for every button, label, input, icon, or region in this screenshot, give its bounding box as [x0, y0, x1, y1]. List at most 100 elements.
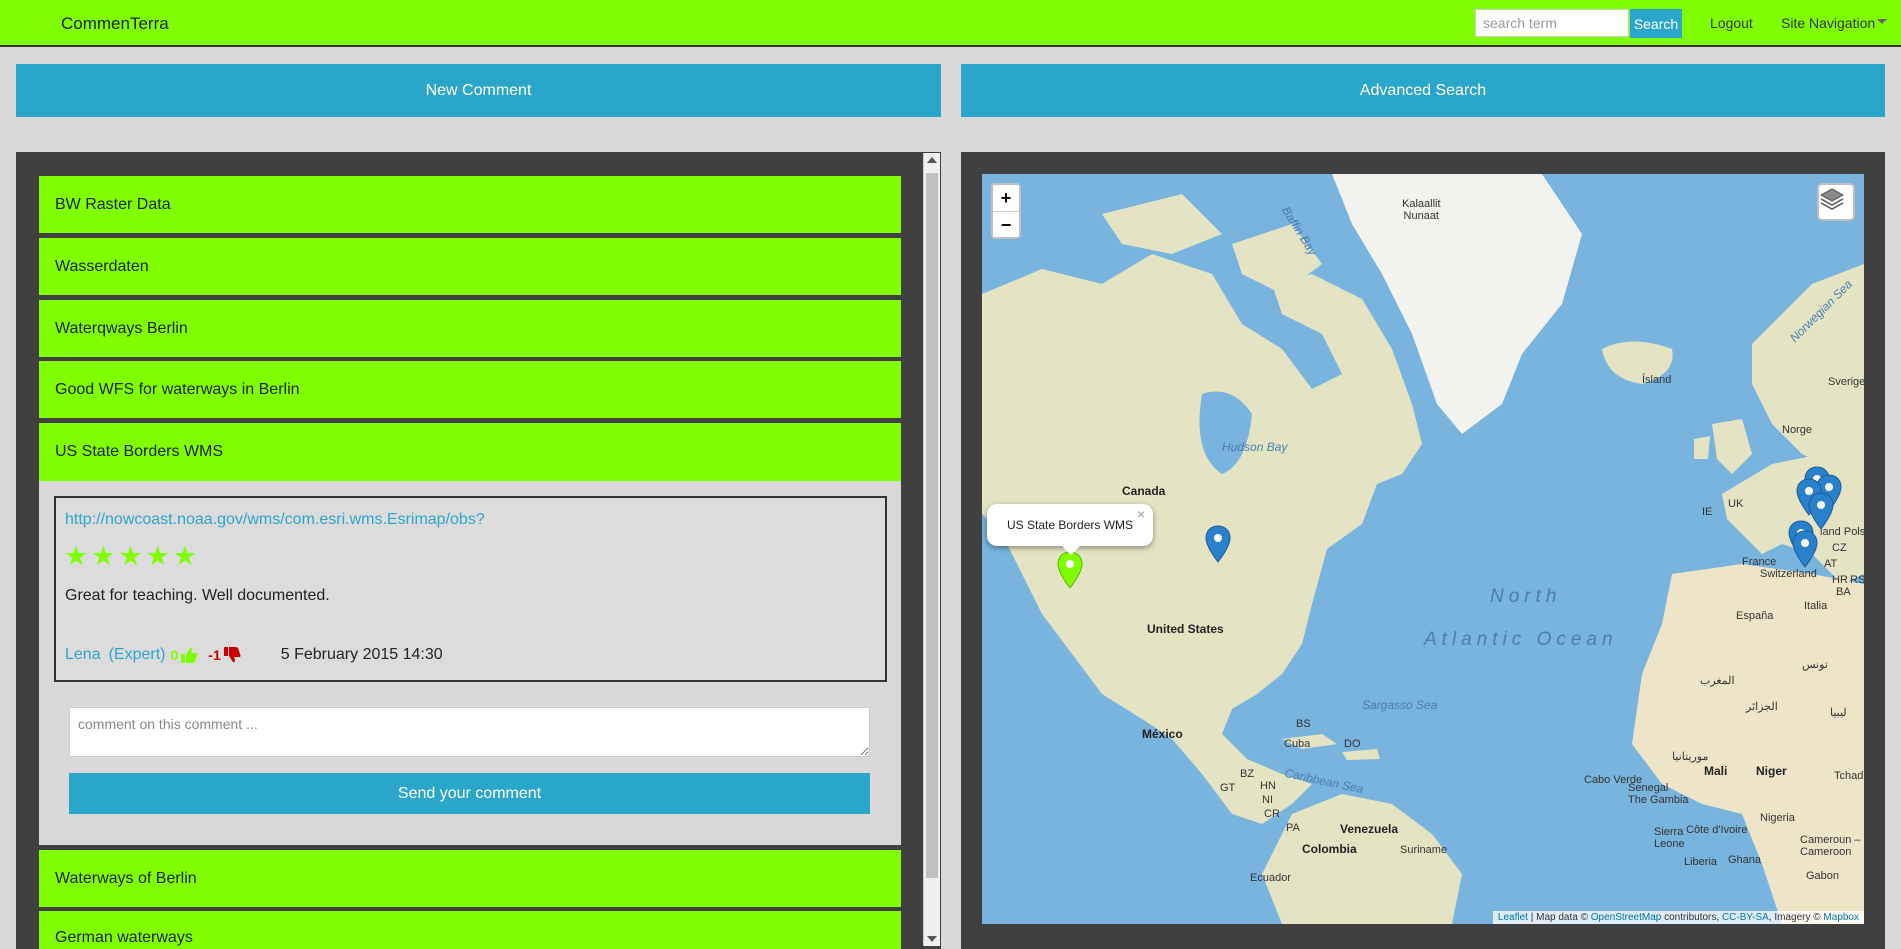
accordion-item-label: Good WFS for waterways in Berlin: [55, 380, 300, 398]
map-label-hr: HR: [1832, 574, 1848, 586]
star-icon: ★: [172, 541, 198, 571]
map-label-switzerland: Switzerland: [1760, 568, 1817, 580]
accordion-item-german-waterways[interactable]: German waterways: [39, 911, 901, 949]
mapbox-link[interactable]: Mapbox: [1823, 912, 1859, 923]
marker-popup: US State Borders WMS: [987, 504, 1153, 546]
map-label-cote-divoire: Côte d'Ivoire: [1686, 824, 1748, 836]
zoom-out-button[interactable]: −: [993, 212, 1019, 238]
comment-list-scrollbar[interactable]: [923, 153, 940, 946]
map-label-sierra-leone: Sierra Leone: [1654, 826, 1685, 850]
layers-control-button[interactable]: [1817, 183, 1855, 221]
reply-comment-input[interactable]: [69, 707, 870, 757]
map-label-venezuela: Venezuela: [1340, 822, 1399, 836]
map-label-united-states: United States: [1147, 622, 1224, 636]
popup-title: US State Borders WMS: [1007, 518, 1134, 532]
map-marker-blue[interactable]: [1792, 530, 1818, 568]
leaflet-map[interactable]: Kalaallit Nunaat Baffin Bay Hudson Bay C…: [982, 174, 1864, 924]
comment-meta: Lena (Expert) 0 -1 5 February 2015 14:30: [65, 646, 443, 664]
accordion-item-label: Wasserdaten: [55, 257, 149, 275]
search-input[interactable]: [1475, 9, 1629, 37]
comment-url-link[interactable]: http://nowcoast.noaa.gov/wms/com.esri.wm…: [65, 511, 485, 529]
search-button[interactable]: Search: [1630, 9, 1682, 38]
advanced-search-button[interactable]: Advanced Search: [961, 64, 1885, 117]
upvote-count: 0: [170, 647, 179, 663]
accordion-item-label: BW Raster Data: [55, 195, 171, 213]
accordion-item-waterways-of-berlin[interactable]: Waterways of Berlin: [39, 850, 901, 907]
rating-stars: ★ ★ ★ ★ ★: [64, 542, 197, 570]
map-label-cameroun: Cameroun – Cameroon: [1800, 834, 1861, 858]
star-icon: ★: [64, 541, 89, 571]
map-label-hn: HN: [1260, 780, 1276, 792]
map-label-tchad: Tchad: [1834, 770, 1864, 782]
map-base-layer: [982, 174, 1864, 924]
map-label-mali: Mali: [1704, 764, 1728, 778]
map-label-colombia: Colombia: [1302, 842, 1357, 856]
map-label-libya: ليبيا: [1830, 707, 1847, 719]
map-label-north: North: [1490, 586, 1562, 607]
map-label-rs: RS: [1850, 574, 1864, 586]
map-label-france: France: [1742, 556, 1777, 568]
license-link[interactable]: CC-BY-SA: [1722, 912, 1769, 923]
osm-link[interactable]: OpenStreetMap: [1591, 912, 1662, 923]
map-label-ecuador: Ecuador: [1250, 872, 1291, 884]
thumbs-up-icon[interactable]: [181, 647, 198, 663]
accordion-item-us-state-borders[interactable]: US State Borders WMS: [39, 423, 901, 481]
map-marker-blue[interactable]: [1205, 525, 1231, 563]
zoom-in-button[interactable]: +: [993, 185, 1019, 212]
site-navigation-menu[interactable]: Site Navigation: [1781, 15, 1875, 31]
brand-logo[interactable]: CommenTerra: [61, 14, 169, 34]
map-label-canada: Canada: [1122, 484, 1166, 498]
map-marker-green[interactable]: [1057, 551, 1083, 589]
logout-link[interactable]: Logout: [1710, 15, 1753, 31]
comment-card: http://nowcoast.noaa.gov/wms/com.esri.wm…: [54, 496, 887, 682]
star-icon: ★: [118, 541, 143, 571]
zoom-control: + −: [991, 183, 1021, 239]
author-role[interactable]: (Expert): [109, 646, 166, 664]
map-label-norge: Norge: [1782, 424, 1812, 436]
map-label-pa: PA: [1286, 822, 1300, 834]
map-attribution: Leaflet | Map data © OpenStreetMap contr…: [1492, 911, 1864, 924]
map-label-cr: CR: [1264, 808, 1280, 820]
map-label-suriname: Suriname: [1400, 844, 1448, 856]
accordion-item-wasserdaten[interactable]: Wasserdaten: [39, 238, 901, 295]
comment-author[interactable]: Lena: [65, 646, 101, 664]
map-label-gabon: Gabon: [1806, 870, 1840, 882]
map-label-espana: España: [1736, 610, 1774, 622]
accordion-item-label: Waterways of Berlin: [55, 869, 197, 887]
attribution-text: , Imagery ©: [1768, 912, 1824, 923]
map-label-hudson-bay: Hudson Bay: [1222, 440, 1288, 454]
map-label-algeria: الجزائر: [1746, 701, 1778, 713]
comment-text: Great for teaching. Well documented.: [65, 587, 330, 604]
map-label-morocco: المغرب: [1700, 675, 1735, 687]
map-label-island: Ísland: [1642, 374, 1672, 386]
attribution-text: contributors,: [1661, 912, 1722, 923]
accordion-item-good-wfs[interactable]: Good WFS for waterways in Berlin: [39, 361, 901, 418]
map-label-gt: GT: [1220, 782, 1236, 794]
chevron-down-icon[interactable]: [1877, 19, 1887, 24]
map-label-bz: BZ: [1240, 768, 1255, 780]
map-label-do: DO: [1344, 738, 1361, 750]
map-label-bs: BS: [1296, 718, 1311, 730]
map-label-tunisia: تونس: [1802, 659, 1828, 671]
send-comment-button[interactable]: Send your comment: [69, 773, 870, 814]
accordion-item-bw-raster-data[interactable]: BW Raster Data: [39, 176, 901, 233]
map-label-niger: Niger: [1756, 764, 1787, 778]
scroll-thumb[interactable]: [926, 173, 938, 878]
map-label-greenland: Kalaallit Nunaat: [1402, 198, 1441, 222]
map-label-ni: NI: [1262, 794, 1273, 806]
new-comment-button[interactable]: New Comment: [16, 64, 941, 117]
map-label-italia: Italia: [1804, 600, 1828, 612]
map-label-senegal: Senegal The Gambia: [1628, 782, 1689, 806]
scroll-down-arrow-icon[interactable]: [927, 936, 937, 942]
attribution-text: | Map data ©: [1527, 912, 1591, 923]
popup-close-icon[interactable]: ×: [1137, 506, 1145, 522]
accordion-item-waterqways-berlin[interactable]: Waterqways Berlin: [39, 300, 901, 357]
scroll-up-arrow-icon[interactable]: [927, 157, 937, 163]
map-label-ghana: Ghana: [1728, 854, 1762, 866]
map-label-cuba: Cuba: [1284, 738, 1311, 750]
map-label-nigeria: Nigeria: [1760, 812, 1795, 824]
thumbs-down-icon[interactable]: [223, 647, 241, 663]
popup-tip: [1061, 545, 1081, 555]
map-label-at: AT: [1824, 558, 1838, 570]
leaflet-link[interactable]: Leaflet: [1498, 912, 1528, 923]
